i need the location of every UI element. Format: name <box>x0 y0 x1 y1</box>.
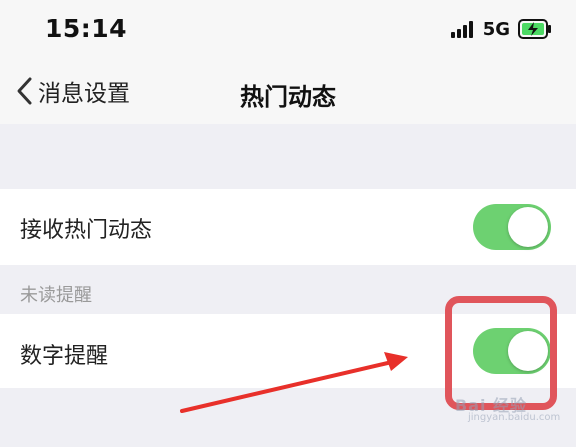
watermark-sub: jingyan.baidu.com <box>468 412 561 423</box>
section-header-unread: 未读提醒 <box>20 285 92 306</box>
battery-charging-icon <box>518 19 552 39</box>
status-bar: 15:14 5G <box>0 0 576 58</box>
setting-row-receive-hot: 接收热门动态 <box>0 189 576 265</box>
top-area: 15:14 5G 消息设置 热门动态 <box>0 0 576 124</box>
signal-bars-icon <box>450 20 475 38</box>
nav-bar: 消息设置 热门动态 <box>0 58 576 124</box>
receive-hot-toggle[interactable] <box>473 204 551 250</box>
status-icons: 5G <box>450 17 552 41</box>
page-title: 热门动态 <box>240 83 336 111</box>
setting-label: 数字提醒 <box>20 344 109 369</box>
network-label: 5G <box>482 18 510 40</box>
setting-label: 接收热门动态 <box>20 218 153 243</box>
status-time: 15:14 <box>45 14 128 43</box>
toggle-knob <box>508 207 548 247</box>
